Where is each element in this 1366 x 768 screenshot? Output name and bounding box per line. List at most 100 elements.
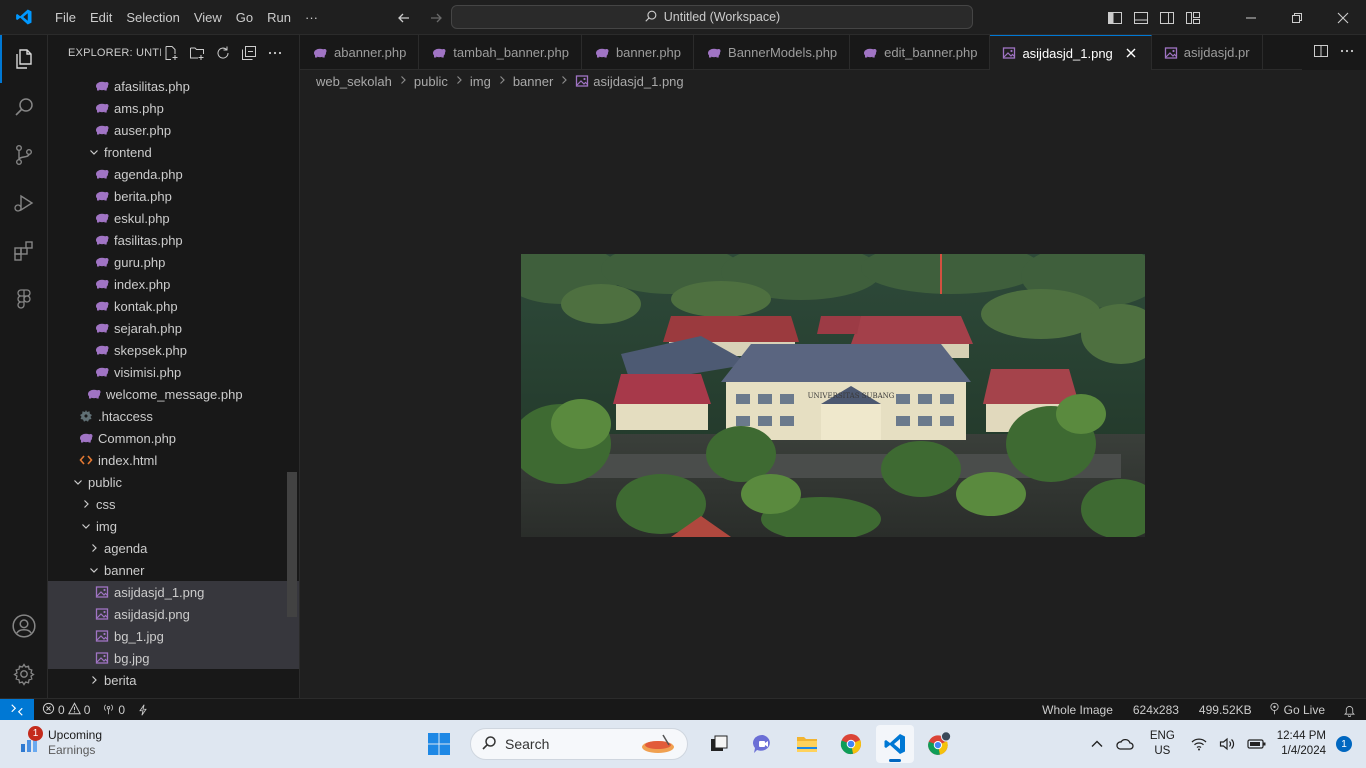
chrome-profile-icon[interactable] [920,725,958,763]
figma-icon[interactable] [0,275,48,323]
minimize-icon[interactable] [1228,0,1274,35]
tab-abanner-php[interactable]: abanner.php [300,35,420,70]
teams-chat-icon[interactable] [744,725,782,763]
search-view-icon[interactable] [0,83,48,131]
tree-item-guru-php[interactable]: guru.php [48,251,299,273]
ports-indicator[interactable]: 0 [96,699,131,721]
widget-badge: 1 [28,726,43,741]
tree-item-asijdasjd-png[interactable]: asijdasjd.png [48,603,299,625]
task-view-icon[interactable] [700,725,738,763]
breadcrumb-item[interactable]: img [470,74,491,89]
close-tab-icon[interactable] [1123,45,1139,61]
tree-item-index-php[interactable]: index.php [48,273,299,295]
collapse-all-icon[interactable] [239,43,259,63]
editor-more-actions-icon[interactable] [1339,43,1355,62]
menu-file[interactable]: File [48,0,83,35]
tree-item-skepsek-php[interactable]: skepsek.php [48,339,299,361]
notifications-bell-icon[interactable] [1337,699,1366,721]
breadcrumb-item[interactable]: asijdasjd_1.png [593,74,683,89]
tree-item-img[interactable]: img [48,515,299,537]
tree-item-visimisi-php[interactable]: visimisi.php [48,361,299,383]
refresh-icon[interactable] [213,43,233,63]
show-hidden-icons-chevron-icon[interactable] [1084,737,1110,751]
tree-item-afasilitas-php[interactable]: afasilitas.php [48,75,299,97]
tab-banner-php[interactable]: banner.php [582,35,695,70]
onedrive-cloud-icon[interactable] [1110,737,1140,751]
split-editor-icon[interactable] [1313,43,1329,62]
forward-arrow-icon[interactable] [424,6,448,30]
tree-item-eskul-php[interactable]: eskul.php [48,207,299,229]
tree-item-berita[interactable]: berita [48,669,299,691]
restore-icon[interactable] [1274,0,1320,35]
tree-item-sejarah-php[interactable]: sejarah.php [48,317,299,339]
tab-asijdasjd-1-png[interactable]: asijdasjd_1.png [990,35,1152,70]
menu-more[interactable]: ··· [298,0,325,35]
tree-item-auser-php[interactable]: auser.php [48,119,299,141]
tree-item-css[interactable]: css [48,493,299,515]
more-actions-icon[interactable] [265,43,285,63]
command-center-search[interactable]: Untitled (Workspace) [451,5,973,29]
toggle-primary-sidebar-icon[interactable] [1102,0,1128,35]
tree-item-bg-jpg[interactable]: bg.jpg [48,647,299,669]
tree-item-ams-php[interactable]: ams.php [48,97,299,119]
remote-indicator-icon[interactable] [0,698,34,721]
breadcrumb-item[interactable]: banner [513,74,553,89]
battery-icon[interactable] [1241,738,1273,750]
tab-tambah-banner-php[interactable]: tambah_banner.php [419,35,582,70]
close-window-icon[interactable] [1320,0,1366,35]
sidebar-scrollbar[interactable] [287,472,297,617]
manage-gear-icon[interactable] [0,650,48,698]
tab-asijdasjd-pr[interactable]: asijdasjd.pr [1152,35,1263,70]
run-debug-icon[interactable] [0,179,48,227]
tree-item-banner[interactable]: banner [48,559,299,581]
breadcrumb-item[interactable]: web_sekolah [316,74,392,89]
tree-item-welcome-message-php[interactable]: welcome_message.php [48,383,299,405]
language-indicator[interactable]: ENG US [1140,729,1185,759]
tree-item-asijdasjd-1-png[interactable]: asijdasjd_1.png [48,581,299,603]
extensions-icon[interactable] [0,227,48,275]
customize-layout-icon[interactable] [1180,0,1206,35]
menu-view[interactable]: View [187,0,229,35]
windows-start-icon[interactable] [420,725,458,763]
toggle-panel-icon[interactable] [1128,0,1154,35]
widgets-button[interactable]: 1 Upcoming Earnings [18,726,102,758]
menu-go[interactable]: Go [229,0,260,35]
new-file-icon[interactable] [161,43,181,63]
new-folder-icon[interactable] [187,43,207,63]
menu-selection[interactable]: Selection [119,0,186,35]
notification-badge[interactable]: 1 [1336,736,1352,752]
explorer-icon[interactable] [0,35,48,83]
chrome-icon[interactable] [832,725,870,763]
tree-item-agenda[interactable]: agenda [48,537,299,559]
clock[interactable]: 12:44 PM 1/4/2024 [1273,729,1336,759]
go-live-button[interactable]: Go Live [1262,699,1337,721]
tree-item-public[interactable]: public [48,471,299,493]
menu-edit[interactable]: Edit [83,0,119,35]
tree-item-frontend[interactable]: frontend [48,141,299,163]
accounts-icon[interactable] [0,602,48,650]
zoom-level[interactable]: Whole Image [1036,699,1127,721]
volume-icon[interactable] [1213,737,1241,751]
tree-item-common-php[interactable]: Common.php [48,427,299,449]
tab-edit-banner-php[interactable]: edit_banner.php [850,35,991,70]
tree-item-bg-1-jpg[interactable]: bg_1.jpg [48,625,299,647]
back-arrow-icon[interactable] [392,6,416,30]
tree-item-berita-php[interactable]: berita.php [48,185,299,207]
tab-bannermodels-php[interactable]: BannerModels.php [694,35,851,70]
problems-indicator[interactable]: 0 0 [34,699,96,721]
tree-item-kontak-php[interactable]: kontak.php [48,295,299,317]
menu-run[interactable]: Run [260,0,298,35]
vscode-logo-icon[interactable] [0,0,48,35]
file-explorer-icon[interactable] [788,725,826,763]
taskbar-search[interactable]: Search [470,728,688,760]
tree-item-agenda-php[interactable]: agenda.php [48,163,299,185]
wifi-icon[interactable] [1185,737,1213,751]
source-control-icon[interactable] [0,131,48,179]
vscode-taskbar-icon[interactable] [876,725,914,763]
tree-item-index-html[interactable]: index.html [48,449,299,471]
tree-item-htaccess[interactable]: .htaccess [48,405,299,427]
tree-item-fasilitas-php[interactable]: fasilitas.php [48,229,299,251]
toggle-secondary-sidebar-icon[interactable] [1154,0,1180,35]
lightning-icon[interactable] [131,699,155,721]
breadcrumb-item[interactable]: public [414,74,448,89]
